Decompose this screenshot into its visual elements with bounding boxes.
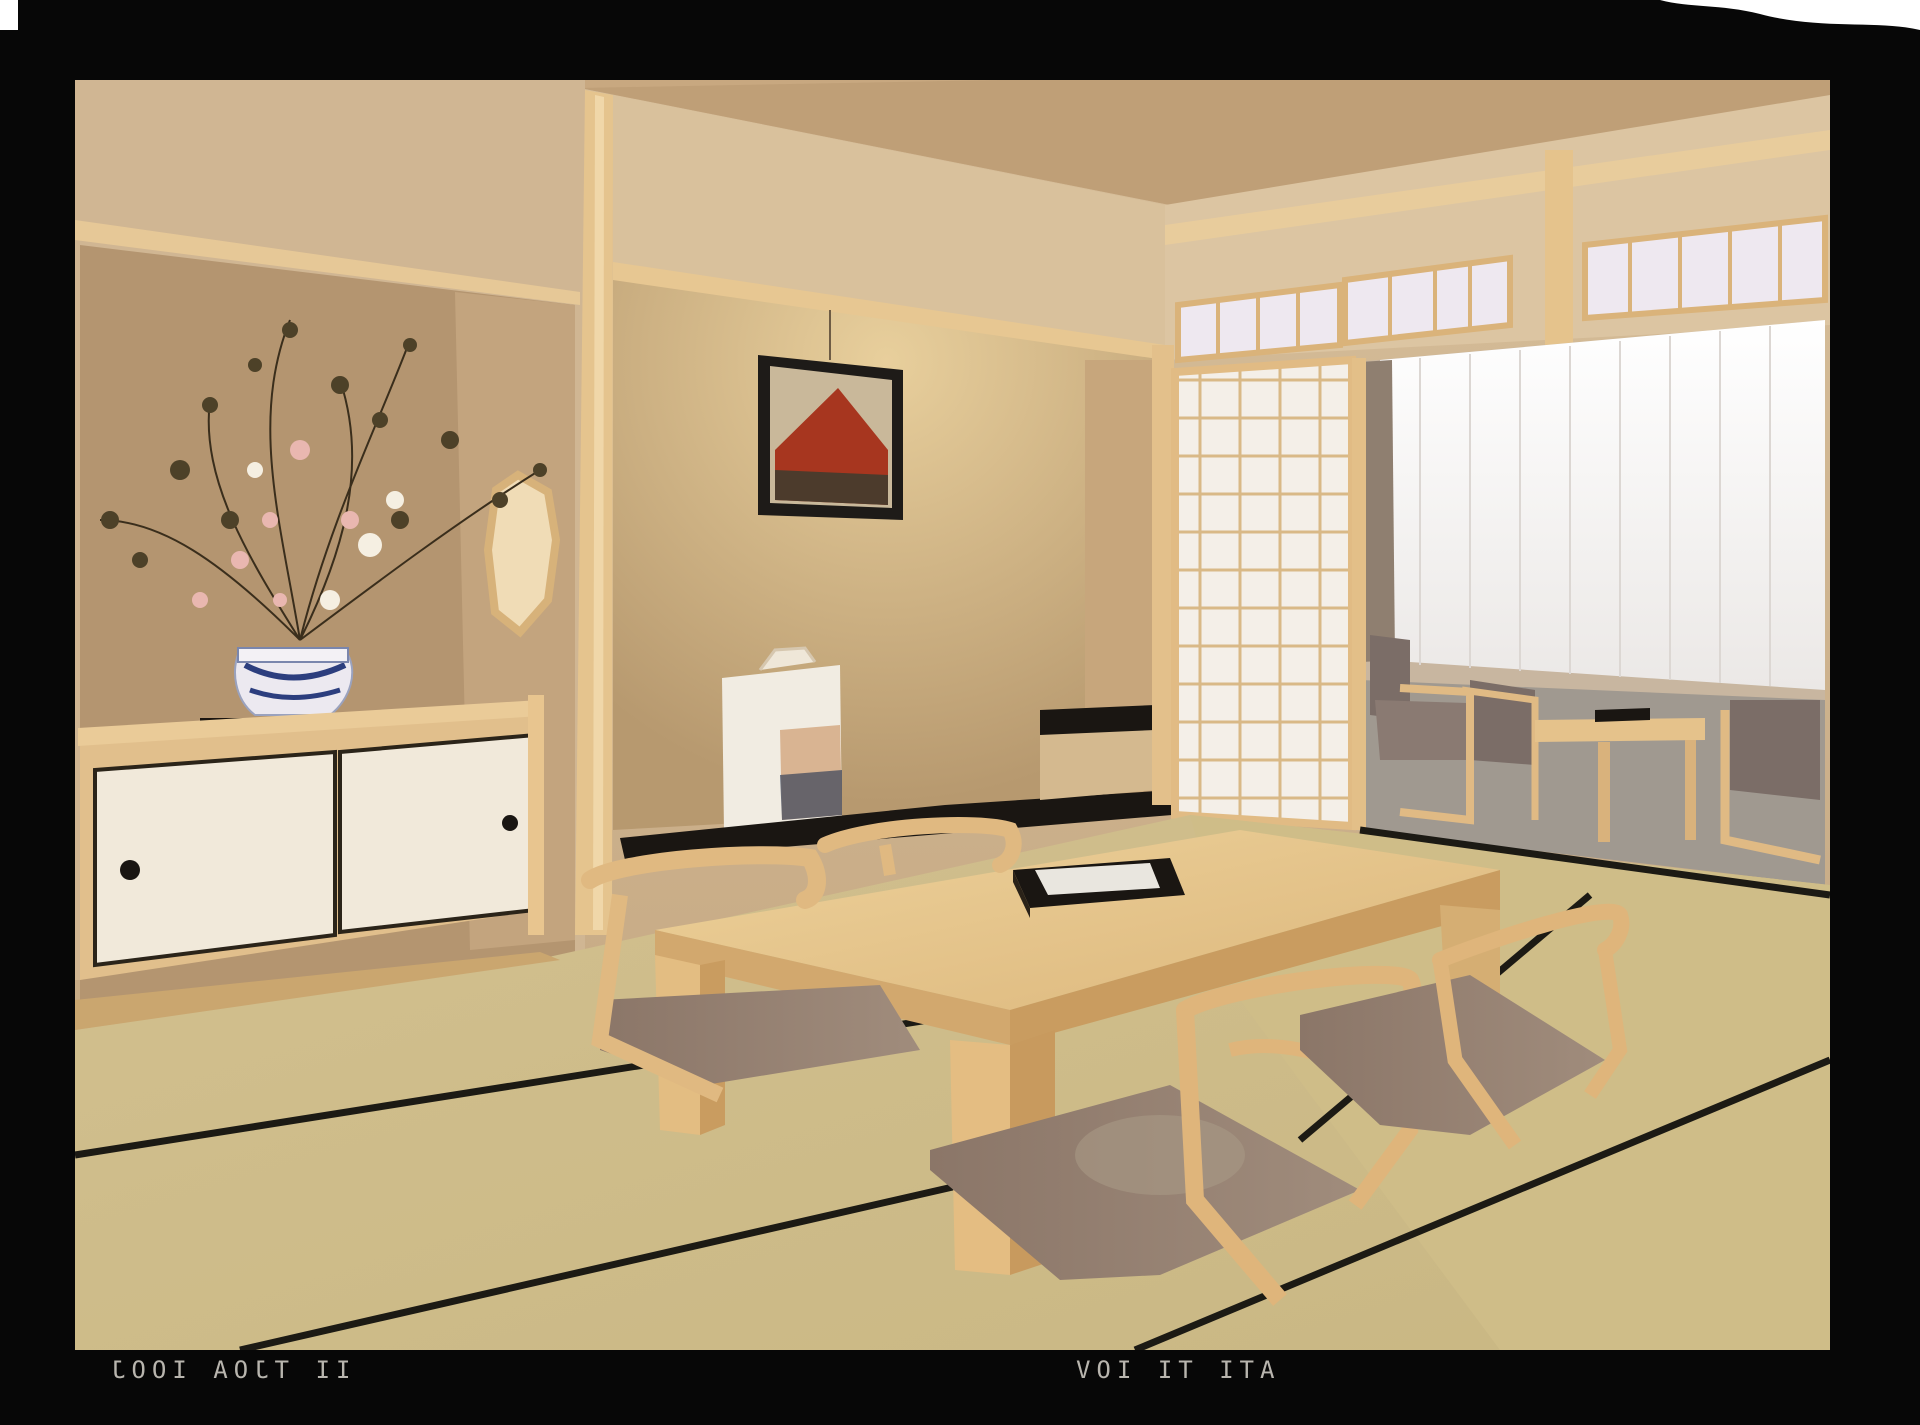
room-photo [0, 0, 1920, 1425]
sunroom [1355, 320, 1825, 885]
film-edge-mark-left: II TJOA IOOJ [105, 1356, 351, 1384]
shoji-door [1171, 355, 1366, 831]
blue-white-vase [234, 647, 354, 716]
film-edge-mark-right: ATI TI IOV [1070, 1356, 1275, 1384]
film-frame: II TJOA IOOJ ATI TI IOV [0, 0, 1920, 1425]
tokonoma-alcove [613, 95, 1172, 860]
sheer-curtain [1380, 320, 1825, 690]
